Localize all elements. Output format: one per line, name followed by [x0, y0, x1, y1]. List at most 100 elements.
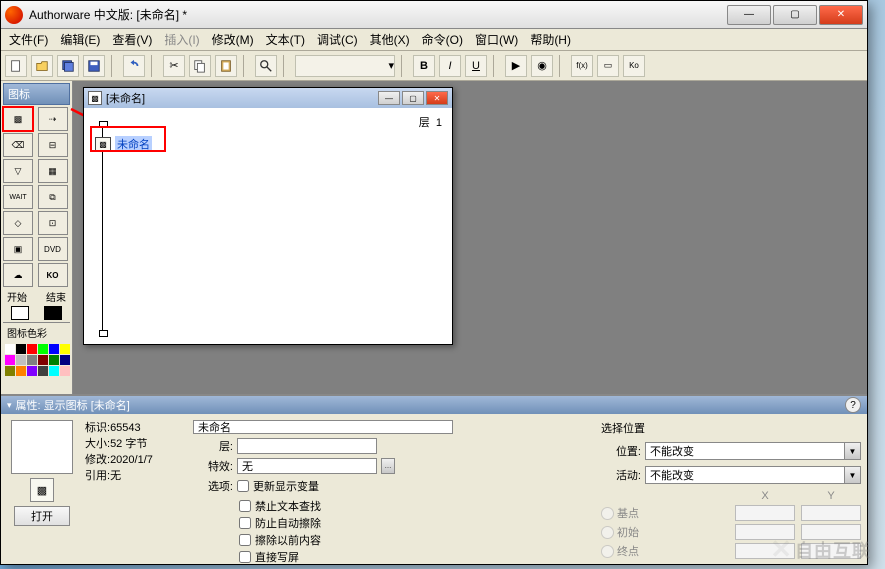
calc-icon-tool[interactable]: ◇ — [3, 211, 33, 235]
decision-icon-tool[interactable]: WAIT — [3, 185, 33, 209]
minimize-button[interactable]: — — [727, 5, 771, 25]
underline-button[interactable]: U — [465, 55, 487, 77]
navigate-icon-tool[interactable]: ▽ — [3, 159, 33, 183]
ko-icon-tool[interactable]: KO — [38, 263, 68, 287]
new-button[interactable] — [5, 55, 27, 77]
help-button[interactable]: ? — [845, 397, 861, 413]
color-swatch[interactable] — [38, 366, 48, 376]
color-swatch[interactable] — [49, 344, 59, 354]
movie-icon-tool[interactable]: ▣ — [3, 237, 33, 261]
paste-button[interactable] — [215, 55, 237, 77]
color-swatch[interactable] — [16, 366, 26, 376]
menu-insert[interactable]: 插入(I) — [158, 29, 205, 50]
undo-button[interactable] — [123, 55, 145, 77]
menu-text[interactable]: 文本(T) — [260, 29, 311, 50]
color-swatch[interactable] — [38, 355, 48, 365]
color-swatch[interactable] — [60, 355, 70, 365]
color-swatch[interactable] — [27, 355, 37, 365]
chk-prevent-erase[interactable] — [239, 517, 251, 529]
motion-icon-tool[interactable]: ⇢ — [38, 107, 68, 131]
chk-direct-screen[interactable] — [239, 551, 251, 563]
effect-browse-button[interactable]: … — [381, 458, 395, 474]
design-close-button[interactable]: ✕ — [426, 91, 448, 105]
end-flag[interactable] — [44, 306, 62, 320]
node-label[interactable]: 未命名 — [115, 136, 152, 152]
menu-modify[interactable]: 修改(M) — [206, 29, 260, 50]
design-maximize-button[interactable]: ▢ — [402, 91, 424, 105]
open-icon-button[interactable]: 打开 — [14, 506, 70, 526]
color-swatch[interactable] — [60, 344, 70, 354]
erase-icon-tool[interactable]: ⌫ — [3, 133, 33, 157]
menu-debug[interactable]: 调试(C) — [311, 29, 364, 50]
start-flag[interactable] — [11, 306, 29, 320]
window-title: Authorware 中文版: [未命名] * — [29, 6, 725, 23]
radio-base — [601, 507, 614, 520]
property-title: 属性: 显示图标 [未命名] — [16, 397, 130, 413]
run-button[interactable]: ▶ — [505, 55, 527, 77]
color-swatch[interactable] — [60, 366, 70, 376]
variables-button[interactable]: ▭ — [597, 55, 619, 77]
find-button[interactable] — [255, 55, 277, 77]
layer-input[interactable] — [237, 438, 377, 454]
functions-button[interactable]: f(x) — [571, 55, 593, 77]
menu-window[interactable]: 窗口(W) — [469, 29, 524, 50]
color-swatch[interactable] — [5, 366, 15, 376]
design-minimize-button[interactable]: — — [378, 91, 400, 105]
menu-other[interactable]: 其他(X) — [364, 29, 416, 50]
title-input[interactable] — [193, 420, 453, 434]
effect-input[interactable]: 无 — [237, 458, 377, 474]
design-body[interactable]: 层 1 ▩ 未命名 — [84, 108, 452, 344]
save-button[interactable] — [83, 55, 105, 77]
menu-file[interactable]: 文件(F) — [3, 29, 54, 50]
color-grid[interactable] — [3, 342, 70, 378]
property-header[interactable]: ▾ 属性: 显示图标 [未命名] ? — [1, 396, 867, 414]
chk-no-text-search[interactable] — [239, 500, 251, 512]
base-y — [801, 505, 861, 521]
save-all-button[interactable] — [57, 55, 79, 77]
color-swatch[interactable] — [49, 355, 59, 365]
cut-button[interactable]: ✂ — [163, 55, 185, 77]
chk-erase-prev[interactable] — [239, 534, 251, 546]
color-swatch[interactable] — [27, 344, 37, 354]
menu-view[interactable]: 查看(V) — [106, 29, 158, 50]
framework-icon-tool[interactable]: ▦ — [38, 159, 68, 183]
activity-select[interactable]: 不能改变▼ — [645, 466, 861, 484]
flowline[interactable] — [102, 124, 103, 334]
collapse-arrow-icon[interactable]: ▾ — [7, 400, 12, 411]
interaction-icon-tool[interactable]: ⧉ — [38, 185, 68, 209]
open-button[interactable] — [31, 55, 53, 77]
design-window[interactable]: ▩ [未命名] — ▢ ✕ 层 1 ▩ 未命名 — [83, 87, 453, 345]
close-button[interactable]: ✕ — [819, 5, 863, 25]
knowledge-button[interactable]: Ko — [623, 55, 645, 77]
position-select[interactable]: 不能改变▼ — [645, 442, 861, 460]
display-icon-tool[interactable]: ▩ — [3, 107, 33, 131]
menu-help[interactable]: 帮助(H) — [524, 29, 577, 50]
font-select[interactable]: ▾ — [295, 55, 395, 77]
wait-icon-tool[interactable]: ⊟ — [38, 133, 68, 157]
chk-update-vars[interactable] — [237, 480, 249, 492]
menu-command[interactable]: 命令(O) — [416, 29, 469, 50]
dropdown-arrow-icon[interactable]: ▼ — [844, 443, 860, 459]
color-swatch[interactable] — [38, 344, 48, 354]
maximize-button[interactable]: ▢ — [773, 5, 817, 25]
map-icon-tool[interactable]: ⊡ — [38, 211, 68, 235]
bold-button[interactable]: B — [413, 55, 435, 77]
color-swatch[interactable] — [16, 355, 26, 365]
control-panel-button[interactable]: ◉ — [531, 55, 553, 77]
color-swatch[interactable] — [16, 344, 26, 354]
copy-button[interactable] — [189, 55, 211, 77]
dropdown-arrow-icon[interactable]: ▼ — [844, 467, 860, 483]
color-swatch[interactable] — [49, 366, 59, 376]
display-icon[interactable]: ▩ — [95, 137, 111, 151]
icon-palette: 图标 ▩ ⇢ ⌫ ⊟ ▽ ▦ WAIT ⧉ ◇ ⊡ ▣ DVD ☁ KO 开始 … — [1, 81, 73, 394]
design-titlebar[interactable]: ▩ [未命名] — ▢ ✕ — [84, 88, 452, 108]
color-swatch[interactable] — [5, 344, 15, 354]
video-icon-tool[interactable]: ☁ — [3, 263, 33, 287]
icon-thumbnail[interactable]: ▩ — [30, 478, 54, 502]
italic-button[interactable]: I — [439, 55, 461, 77]
sound-icon-tool[interactable]: DVD — [38, 237, 68, 261]
color-swatch[interactable] — [27, 366, 37, 376]
color-swatch[interactable] — [5, 355, 15, 365]
flowline-node[interactable]: ▩ 未命名 — [95, 136, 152, 152]
menu-edit[interactable]: 编辑(E) — [54, 29, 106, 50]
